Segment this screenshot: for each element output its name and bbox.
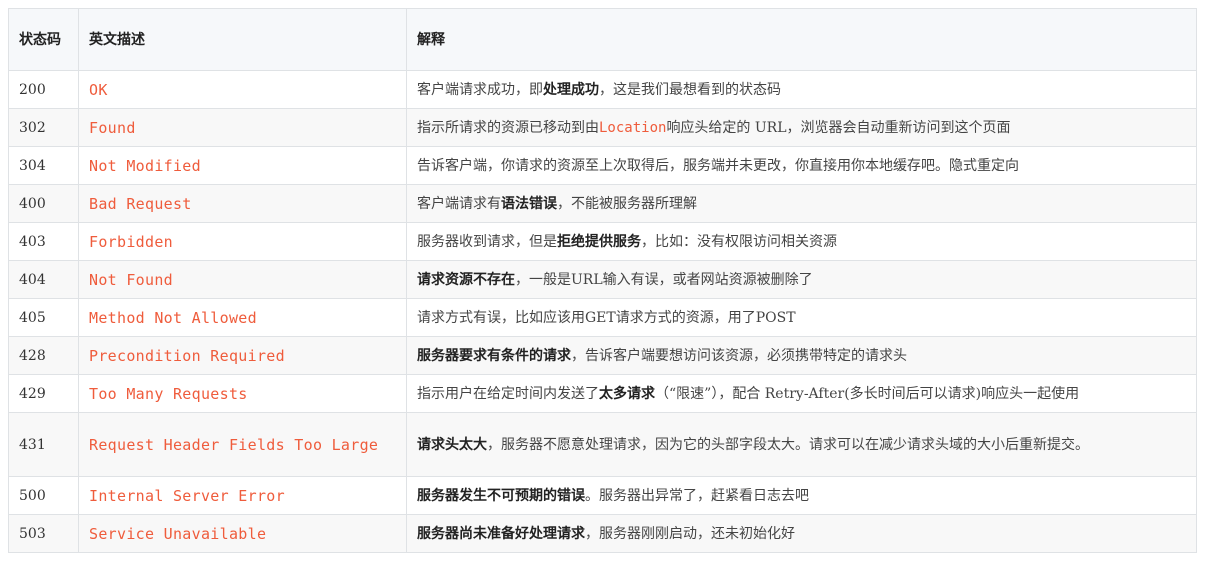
table-row: 428 Precondition Required 服务器要求有条件的请求，告诉客户… — [8, 336, 1197, 375]
status-code-table: 状态码 英文描述 解释 200 OK 客户端请求成功，即处理成功，这是我们最想看到的… — [8, 8, 1197, 553]
status-code-cell: 429 — [8, 374, 79, 413]
status-code-cell: 304 — [8, 146, 79, 185]
explanation-text: 客户端请求成功，即 — [417, 81, 543, 98]
table-row: 304 Not Modified 告诉客户端，你请求的资源至上次取得后，服务端并未更… — [8, 146, 1197, 185]
table-row: 302 Found 指示所请求的资源已移动到由Location响应头给定的 URL，… — [8, 108, 1197, 147]
english-desc-cell: Found — [78, 108, 407, 147]
status-code-cell: 200 — [8, 70, 79, 109]
table-row: 403 Forbidden 服务器收到请求，但是拒绝提供服务，比如：没有权限访问相关… — [8, 222, 1197, 261]
header-english-desc: 英文描述 — [78, 8, 407, 71]
explanation-text: 请求方式有误，比如应该用GET请求方式的资源，用了POST — [417, 309, 796, 326]
explanation-emphasis: 服务器尚未准备好处理请求 — [417, 525, 585, 542]
english-desc-cell: Internal Server Error — [78, 476, 407, 515]
table-row: 405 Method Not Allowed 请求方式有误，比如应该用GET请求方式… — [8, 298, 1197, 337]
explanation-text: Location — [599, 119, 667, 136]
explanation-emphasis: 服务器发生不可预期的错误 — [417, 487, 585, 504]
explanation-text: 服务器收到请求，但是 — [417, 233, 557, 250]
table-row: 431 Request Header Fields Too Large 请求头太大，… — [8, 412, 1197, 477]
status-code-cell: 404 — [8, 260, 79, 299]
english-desc-cell: Bad Request — [78, 184, 407, 223]
header-status-code: 状态码 — [8, 8, 79, 71]
explanation-cell: 客户端请求成功，即处理成功，这是我们最想看到的状态码 — [406, 70, 1197, 109]
explanation-cell: 服务器发生不可预期的错误。服务器出异常了，赶紧看日志去吧 — [406, 476, 1197, 515]
explanation-emphasis: 处理成功 — [543, 81, 599, 98]
explanation-text: ，告诉客户端要想访问该资源，必须携带特定的请求头 — [571, 347, 907, 364]
table-row: 400 Bad Request 客户端请求有语法错误，不能被服务器所理解 — [8, 184, 1197, 223]
english-desc-cell: Method Not Allowed — [78, 298, 407, 337]
explanation-emphasis: 语法错误 — [501, 195, 557, 212]
english-desc-cell: Service Unavailable — [78, 514, 407, 553]
explanation-text: ，比如：没有权限访问相关资源 — [641, 233, 837, 250]
explanation-cell: 请求资源不存在，一般是URL输入有误，或者网站资源被删除了 — [406, 260, 1197, 299]
explanation-emphasis: 太多请求 — [599, 385, 655, 402]
explanation-cell: 请求头太大，服务器不愿意处理请求，因为它的头部字段太大。请求可以在减少请求头域的… — [406, 412, 1197, 477]
table-row: 500 Internal Server Error 服务器发生不可预期的错误。服务器… — [8, 476, 1197, 515]
explanation-cell: 告诉客户端，你请求的资源至上次取得后，服务端并未更改，你直接用你本地缓存吧。隐式… — [406, 146, 1197, 185]
explanation-cell: 指示用户在给定时间内发送了太多请求（“限速”），配合 Retry-After(多… — [406, 374, 1197, 413]
explanation-cell: 服务器尚未准备好处理请求，服务器刚刚启动，还未初始化好 — [406, 514, 1197, 553]
table-header-row: 状态码 英文描述 解释 — [8, 8, 1197, 71]
english-desc-cell: Request Header Fields Too Large — [78, 412, 407, 477]
explanation-text: 告诉客户端，你请求的资源至上次取得后，服务端并未更改，你直接用你本地缓存吧。隐式… — [417, 157, 1019, 174]
status-code-table-container: 状态码 英文描述 解释 200 OK 客户端请求成功，即处理成功，这是我们最想看到的… — [8, 8, 1197, 553]
english-desc-cell: Forbidden — [78, 222, 407, 261]
explanation-emphasis: 请求资源不存在 — [417, 271, 515, 288]
table-row: 404 Not Found 请求资源不存在，一般是URL输入有误，或者网站资源被删除… — [8, 260, 1197, 299]
english-desc-cell: Not Modified — [78, 146, 407, 185]
explanation-text: 响应头给定的 URL，浏览器会自动重新访问到这个页面 — [666, 119, 1011, 136]
explanation-text: ，服务器刚刚启动，还未初始化好 — [585, 525, 795, 542]
explanation-cell: 客户端请求有语法错误，不能被服务器所理解 — [406, 184, 1197, 223]
header-explanation: 解释 — [406, 8, 1197, 71]
table-row: 429 Too Many Requests 指示用户在给定时间内发送了太多请求（“限… — [8, 374, 1197, 413]
table-body: 200 OK 客户端请求成功，即处理成功，这是我们最想看到的状态码 302 Found 指… — [8, 70, 1197, 553]
explanation-text: 。服务器出异常了，赶紧看日志去吧 — [585, 487, 809, 504]
status-code-cell: 400 — [8, 184, 79, 223]
explanation-cell: 服务器收到请求，但是拒绝提供服务，比如：没有权限访问相关资源 — [406, 222, 1197, 261]
explanation-text: ，这是我们最想看到的状态码 — [599, 81, 781, 98]
explanation-text: （“限速”），配合 Retry-After(多长时间后可以请求)响应头一起使用 — [655, 385, 1080, 402]
explanation-emphasis: 请求头太大 — [417, 436, 487, 453]
explanation-text: 指示用户在给定时间内发送了 — [417, 385, 599, 402]
explanation-text: 客户端请求有 — [417, 195, 501, 212]
explanation-text: ，服务器不愿意处理请求，因为它的头部字段太大。请求可以在减少请求头域的大小后重新… — [487, 436, 1089, 453]
explanation-text: 指示所请求的资源已移动到由 — [417, 119, 599, 136]
table-row: 200 OK 客户端请求成功，即处理成功，这是我们最想看到的状态码 — [8, 70, 1197, 109]
english-desc-cell: Precondition Required — [78, 336, 407, 375]
status-code-cell: 302 — [8, 108, 79, 147]
explanation-cell: 指示所请求的资源已移动到由Location响应头给定的 URL，浏览器会自动重新… — [406, 108, 1197, 147]
explanation-emphasis: 服务器要求有条件的请求 — [417, 347, 571, 364]
english-desc-cell: OK — [78, 70, 407, 109]
explanation-cell: 请求方式有误，比如应该用GET请求方式的资源，用了POST — [406, 298, 1197, 337]
explanation-text: ，不能被服务器所理解 — [557, 195, 697, 212]
english-desc-cell: Too Many Requests — [78, 374, 407, 413]
english-desc-cell: Not Found — [78, 260, 407, 299]
status-code-cell: 503 — [8, 514, 79, 553]
table-row: 503 Service Unavailable 服务器尚未准备好处理请求，服务器刚刚… — [8, 514, 1197, 553]
status-code-cell: 500 — [8, 476, 79, 515]
status-code-cell: 431 — [8, 412, 79, 477]
explanation-emphasis: 拒绝提供服务 — [557, 233, 641, 250]
status-code-cell: 428 — [8, 336, 79, 375]
explanation-cell: 服务器要求有条件的请求，告诉客户端要想访问该资源，必须携带特定的请求头 — [406, 336, 1197, 375]
status-code-cell: 405 — [8, 298, 79, 337]
status-code-cell: 403 — [8, 222, 79, 261]
explanation-text: ，一般是URL输入有误，或者网站资源被删除了 — [515, 271, 813, 288]
